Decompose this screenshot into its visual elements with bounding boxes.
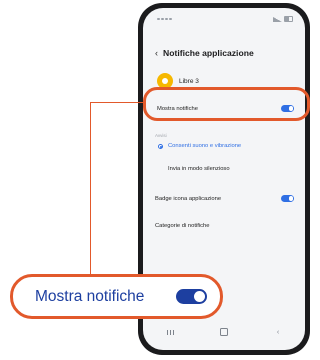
battery-icon (284, 16, 293, 22)
app-name: Libre 3 (179, 77, 199, 85)
home-icon[interactable] (214, 328, 234, 336)
recents-icon[interactable] (160, 329, 180, 335)
connector-line-vertical (90, 102, 91, 274)
nav-bar: ‹ (143, 324, 305, 340)
app-icon-badge-label[interactable]: Badge icona applicazione (155, 196, 221, 202)
callout-box: Mostra notifiche (10, 274, 223, 319)
silent-mode-radio[interactable] (158, 167, 165, 174)
sound-vibration-label[interactable]: Consenti suono e vibrazione (168, 143, 241, 149)
callout-label: Mostra notifiche (35, 288, 145, 305)
nav-back-icon[interactable]: ‹ (268, 329, 288, 336)
status-left (157, 17, 172, 21)
app-bar: ‹ Notifiche applicazione (155, 48, 254, 58)
page-title: Notifiche applicazione (163, 48, 254, 58)
connector-line (90, 102, 143, 103)
signal-icon (273, 16, 282, 22)
status-dots-icon (157, 17, 172, 21)
notification-categories-label[interactable]: Categorie di notifiche (155, 223, 209, 229)
app-icon-badge-toggle[interactable] (281, 195, 294, 202)
highlight-outline (143, 87, 310, 121)
silent-mode-label[interactable]: Invia in modo silenzioso (168, 166, 230, 172)
sound-vibration-radio[interactable] (158, 144, 163, 149)
status-right (273, 16, 293, 22)
back-icon[interactable]: ‹ (155, 48, 158, 58)
section-caption: Avvisi (155, 133, 167, 138)
callout-toggle (176, 289, 207, 304)
status-bar (157, 15, 293, 23)
